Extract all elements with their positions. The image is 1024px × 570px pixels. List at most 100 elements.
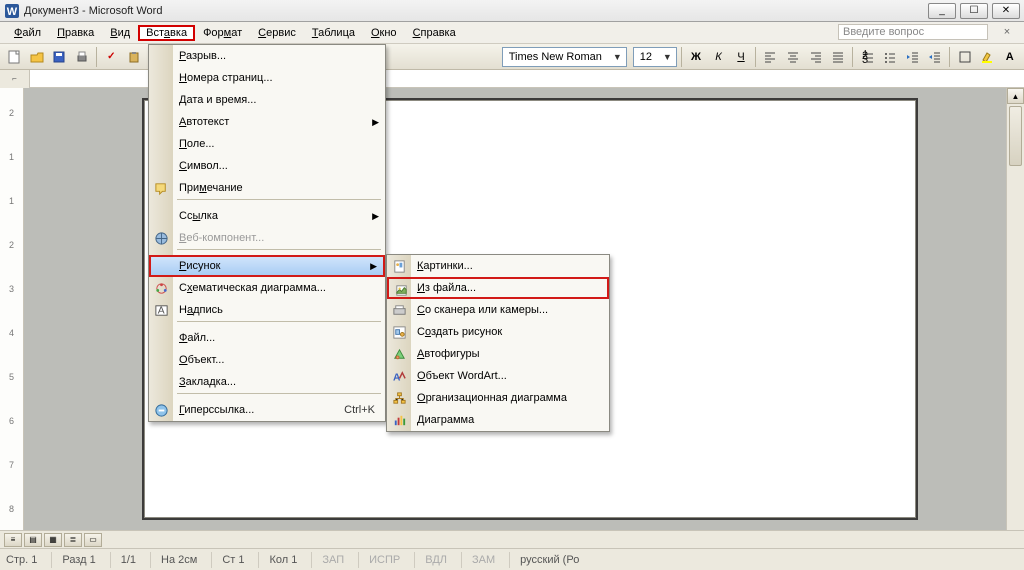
vertical-scrollbar[interactable]: ▲ <box>1006 88 1024 530</box>
window-title: Документ3 - Microsoft Word <box>24 5 162 17</box>
vruler-tick: 4 <box>0 328 23 338</box>
italic-button[interactable]: К <box>708 46 729 68</box>
menu-item-label: Со сканера или камеры... <box>417 304 548 316</box>
insert-menu-item-1[interactable]: Номера страниц... <box>149 67 385 89</box>
status-position: На 2см <box>150 552 197 568</box>
view-web-button[interactable]: ▤ <box>24 533 42 547</box>
indent-increase-button[interactable] <box>925 46 946 68</box>
insert-menu-item-12[interactable]: Файл... <box>149 327 385 349</box>
menu-сервис[interactable]: Сервис <box>250 25 304 41</box>
spell-button[interactable]: ✓ <box>101 46 122 68</box>
statusbar: Стр. 1 Разд 1 1/1 На 2см Ст 1 Кол 1 ЗАП … <box>0 548 1024 570</box>
insert-menu-item-15[interactable]: Гиперссылка...Ctrl+K <box>149 399 385 421</box>
picture-menu-item-0[interactable]: Картинки... <box>387 255 609 277</box>
status-col: Кол 1 <box>258 552 297 568</box>
file-icon <box>392 281 410 299</box>
menu-правка[interactable]: Правка <box>49 25 102 41</box>
help-close-icon[interactable]: × <box>1000 25 1014 39</box>
menu-таблица[interactable]: Таблица <box>304 25 363 41</box>
menu-item-label: Схематическая диаграмма... <box>179 282 326 294</box>
menu-справка[interactable]: Справка <box>405 25 464 41</box>
align-left-button[interactable] <box>760 46 781 68</box>
print-button[interactable] <box>72 46 93 68</box>
menu-item-label: Объект WordArt... <box>417 370 507 382</box>
indent-decrease-button[interactable] <box>902 46 923 68</box>
status-flag-ovr: ЗАМ <box>461 552 495 568</box>
insert-menu-item-9[interactable]: Рисунок▶ <box>149 255 385 277</box>
menu-файл[interactable]: Файл <box>6 25 49 41</box>
clip-icon <box>390 257 408 275</box>
font-family-select[interactable]: Times New Roman▼ <box>502 47 627 67</box>
vertical-ruler[interactable]: 2112345678 <box>0 88 24 530</box>
vruler-tick: 8 <box>0 504 23 514</box>
insert-menu-item-4[interactable]: Поле... <box>149 133 385 155</box>
vruler-tick: 2 <box>0 240 23 250</box>
save-button[interactable] <box>49 46 70 68</box>
picture-menu-item-7[interactable]: Диаграмма <box>387 409 609 431</box>
paste-button[interactable] <box>124 46 145 68</box>
bold-button[interactable]: Ж <box>686 46 707 68</box>
vruler-tick: 7 <box>0 460 23 470</box>
vruler-tick: 3 <box>0 284 23 294</box>
status-language: русский (Ро <box>509 552 579 568</box>
list-bullet-button[interactable] <box>880 46 901 68</box>
insert-menu-item-3[interactable]: Автотекст▶ <box>149 111 385 133</box>
svg-text:A: A <box>157 305 164 316</box>
menu-формат[interactable]: Формат <box>195 25 250 41</box>
view-reading-button[interactable]: ▭ <box>84 533 102 547</box>
menu-item-label: Объект... <box>179 354 224 366</box>
highlight-button[interactable] <box>977 46 998 68</box>
insert-menu-item-6[interactable]: Примечание <box>149 177 385 199</box>
menu-item-label: Символ... <box>179 160 228 172</box>
close-button[interactable]: ✕ <box>992 3 1020 19</box>
align-center-button[interactable] <box>783 46 804 68</box>
view-normal-button[interactable]: ≡ <box>4 533 22 547</box>
menu-окно[interactable]: Окно <box>363 25 405 41</box>
maximize-button[interactable]: ☐ <box>960 3 988 19</box>
underline-button[interactable]: Ч <box>731 46 752 68</box>
scroll-up-button[interactable]: ▲ <box>1007 88 1024 104</box>
font-color-button[interactable]: A <box>999 46 1020 68</box>
status-flag-rec: ЗАП <box>311 552 344 568</box>
align-justify-button[interactable] <box>828 46 849 68</box>
insert-menu-item-10[interactable]: Схематическая диаграмма... <box>149 277 385 299</box>
picture-menu-item-6[interactable]: Организационная диаграмма <box>387 387 609 409</box>
insert-menu-item-0[interactable]: Разрыв... <box>149 45 385 67</box>
insert-menu-item-2[interactable]: Дата и время... <box>149 89 385 111</box>
picture-menu-item-1[interactable]: Из файла... <box>387 277 609 299</box>
menu-item-label: Поле... <box>179 138 215 150</box>
textbox-icon: A <box>152 301 170 319</box>
picture-menu-item-3[interactable]: Создать рисунок <box>387 321 609 343</box>
picture-menu-item-5[interactable]: A Объект WordArt... <box>387 365 609 387</box>
minimize-button[interactable]: _ <box>928 3 956 19</box>
org-icon <box>390 389 408 407</box>
insert-menu-item-5[interactable]: Символ... <box>149 155 385 177</box>
vruler-tick: 6 <box>0 416 23 426</box>
insert-menu-item-13[interactable]: Объект... <box>149 349 385 371</box>
diag-icon <box>152 279 170 297</box>
menu-вставка[interactable]: Вставка <box>138 25 195 41</box>
insert-menu-item-14[interactable]: Закладка... <box>149 371 385 393</box>
align-right-button[interactable] <box>805 46 826 68</box>
picture-menu-item-2[interactable]: Со сканера или камеры... <box>387 299 609 321</box>
help-search-box[interactable]: Введите вопрос <box>838 24 988 40</box>
wa-icon: A <box>390 367 408 385</box>
scroll-thumb[interactable] <box>1009 106 1022 166</box>
picture-menu-item-4[interactable]: Автофигуры <box>387 343 609 365</box>
menu-item-label: Автофигуры <box>417 348 480 360</box>
view-print-button[interactable]: ▦ <box>44 533 62 547</box>
open-button[interactable] <box>27 46 48 68</box>
menu-item-label: Диаграмма <box>417 414 474 426</box>
menu-вид[interactable]: Вид <box>102 25 138 41</box>
outside-borders-button[interactable] <box>954 46 975 68</box>
insert-menu-item-11[interactable]: AНадпись <box>149 299 385 321</box>
font-size-select[interactable]: 12▼ <box>633 47 677 67</box>
menu-item-label: Ссылка <box>179 210 218 222</box>
insert-menu-item-7[interactable]: Ссылка▶ <box>149 205 385 227</box>
view-outline-button[interactable]: ≣ <box>64 533 82 547</box>
draw-icon <box>390 323 408 341</box>
list-numbered-button[interactable]: 123 <box>857 46 878 68</box>
chart-icon <box>390 411 408 429</box>
vruler-tick: 1 <box>0 196 23 206</box>
new-doc-button[interactable] <box>4 46 25 68</box>
